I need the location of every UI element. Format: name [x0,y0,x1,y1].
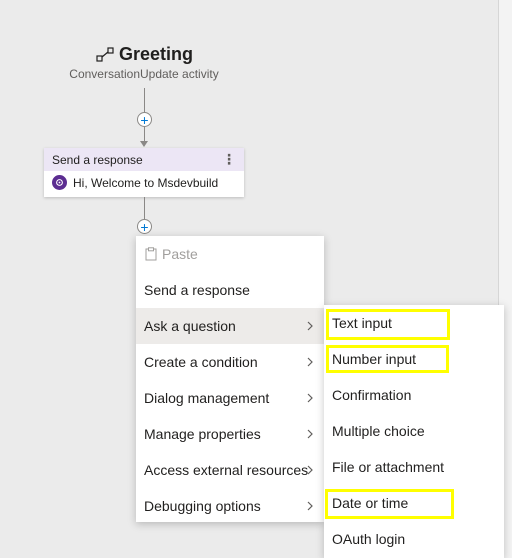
chevron-right-icon [307,321,313,331]
card-header: Send a response ⋮ [44,148,244,171]
chevron-right-icon [307,429,313,439]
submenu-item-confirmation[interactable]: Confirmation [324,377,504,413]
submenu-item-label: Confirmation [332,387,412,403]
menu-item-create-condition[interactable]: Create a condition [136,344,324,380]
menu-item-paste[interactable]: Paste [136,236,324,272]
add-action-menu: Paste Send a response Ask a question Cre… [136,236,324,522]
menu-item-label: Create a condition [144,354,258,370]
chevron-right-icon [307,393,313,403]
add-action-button-2[interactable]: + [137,219,152,234]
menu-item-manage-properties[interactable]: Manage properties [136,416,324,452]
connector-line-2 [144,127,145,142]
trigger-title: Greeting [118,44,193,64]
card-body: Hi, Welcome to Msdevbuild [44,171,244,194]
menu-item-label: Paste [162,246,198,262]
send-response-card[interactable]: Send a response ⋮ Hi, Welcome to Msdevbu… [44,148,244,197]
bot-icon [52,175,67,190]
menu-item-label: Manage properties [144,426,261,442]
menu-item-send-response[interactable]: Send a response [136,272,324,308]
submenu-item-label: File or attachment [332,459,445,475]
card-message: Hi, Welcome to Msdevbuild [73,175,219,190]
menu-item-dialog-management[interactable]: Dialog management [136,380,324,416]
submenu-item-oauth-login[interactable]: OAuth login [324,521,504,557]
ask-question-submenu: Text input Number input Confirmation Mul… [324,305,504,558]
more-options-icon[interactable]: ⋮ [222,151,236,168]
submenu-item-label: OAuth login [332,531,406,547]
menu-item-label: Debugging options [144,498,261,514]
card-title: Send a response [52,152,143,167]
chevron-right-icon [307,357,313,367]
menu-item-label: Send a response [144,282,250,298]
trigger-node[interactable]: Greeting ConversationUpdate activity [44,44,244,81]
highlight-box-text-input [326,309,450,340]
chevron-right-icon [307,465,313,475]
trigger-subtitle: ConversationUpdate activity [69,67,219,81]
chevron-right-icon [307,501,313,511]
highlight-box-number-input [326,345,449,373]
submenu-item-multiple-choice[interactable]: Multiple choice [324,413,504,449]
menu-item-label: Ask a question [144,318,236,334]
menu-item-access-external-resources[interactable]: Access external resources [136,452,324,488]
authoring-canvas: Greeting ConversationUpdate activity + S… [0,0,512,558]
menu-item-ask-question[interactable]: Ask a question [136,308,324,344]
menu-item-label: Access external resources [144,462,309,478]
trigger-title-row: Greeting [44,44,244,65]
highlight-box-date-time [325,489,454,519]
menu-item-label: Dialog management [144,390,270,406]
submenu-item-file-attachment[interactable]: File or attachment [324,449,504,485]
connector-line-3 [144,197,145,219]
trigger-icon [96,46,114,62]
add-action-button-1[interactable]: + [137,112,152,127]
submenu-item-label: Multiple choice [332,423,425,439]
connector-arrow [140,141,148,147]
menu-item-debugging-options[interactable]: Debugging options [136,488,324,524]
connector-line-1 [144,88,145,113]
paste-icon [144,247,158,261]
